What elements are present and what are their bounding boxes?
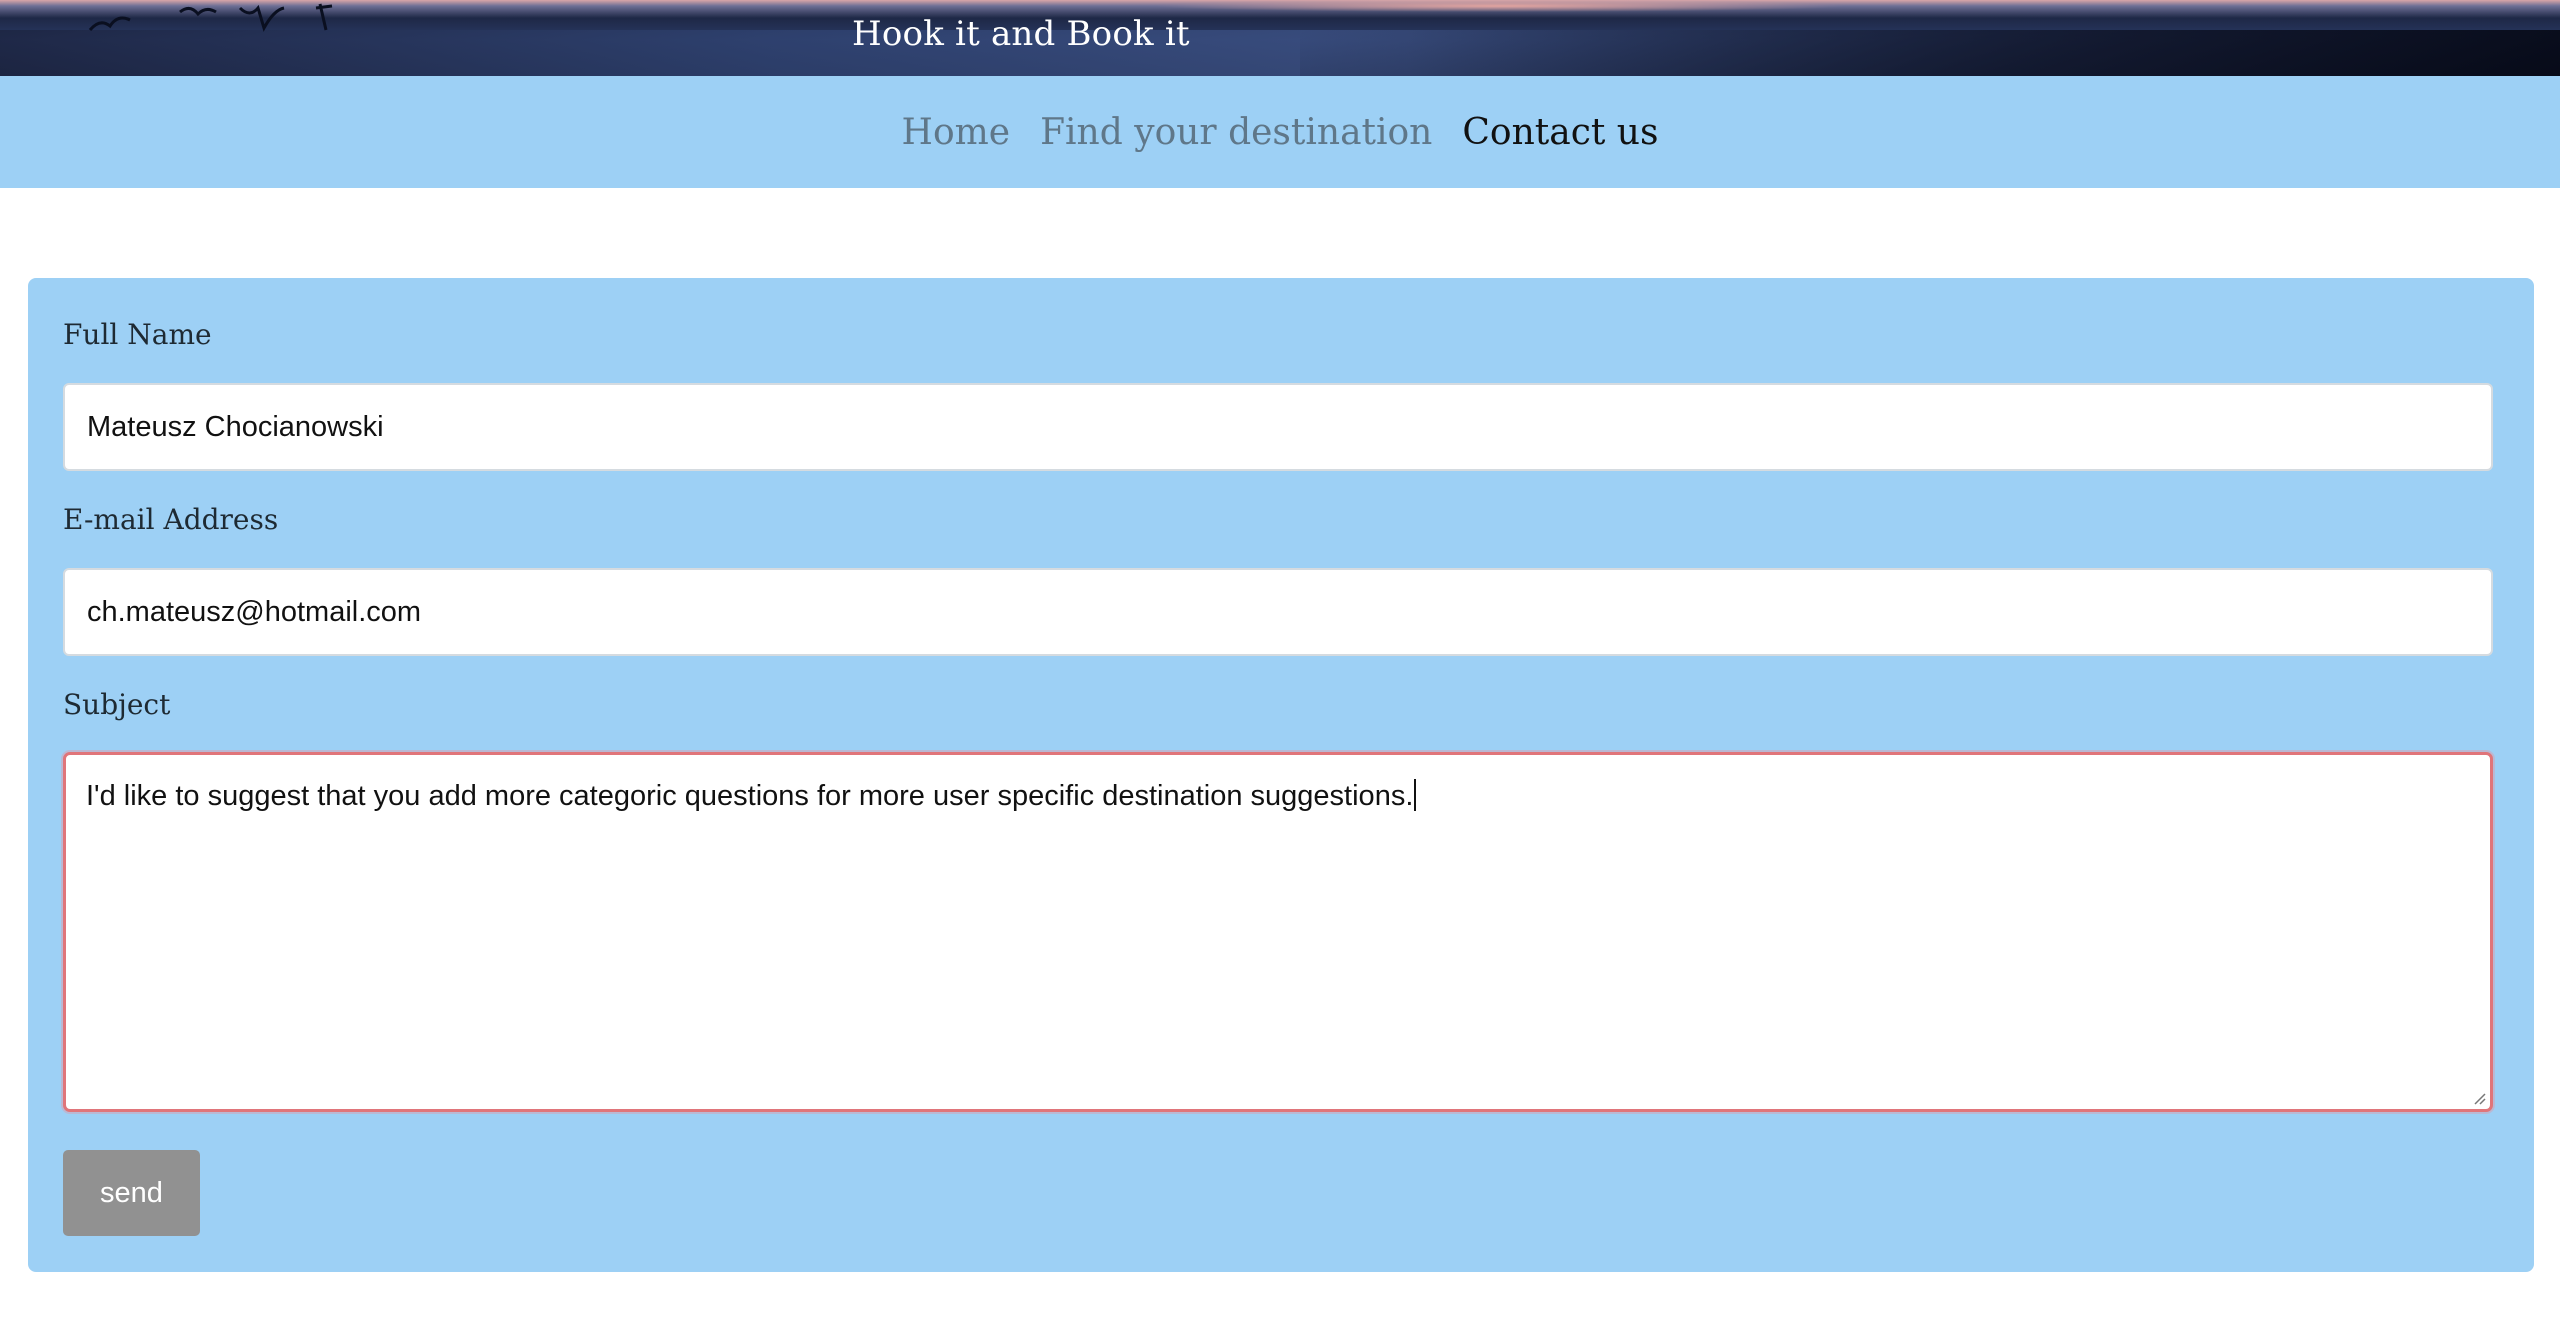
site-title: Hook it and Book it (852, 14, 1190, 54)
header-banner: Hook it and Book it (0, 0, 2560, 76)
text-caret (1414, 779, 1417, 811)
contact-form-panel: Full Name Mateusz Chocianowski E-mail Ad… (28, 278, 2534, 1272)
birds-silhouette-icon (88, 3, 333, 32)
sunset-glow (1150, 0, 1850, 12)
full-name-field[interactable]: Mateusz Chocianowski (63, 383, 2493, 471)
subject-text: I'd like to suggest that you add more ca… (86, 780, 1414, 812)
email-label: E-mail Address (63, 503, 279, 536)
resize-grip-icon[interactable] (2470, 1089, 2486, 1105)
send-button[interactable]: send (63, 1150, 200, 1236)
email-field[interactable]: ch.mateusz@hotmail.com (63, 568, 2493, 656)
subject-textarea[interactable]: I'd like to suggest that you add more ca… (63, 752, 2493, 1112)
nav-contact-us[interactable]: Contact us (1462, 112, 1658, 153)
full-name-label: Full Name (63, 318, 212, 351)
nav-find-destination[interactable]: Find your destination (1040, 112, 1432, 153)
banner-shore (1300, 30, 2560, 76)
nav-home[interactable]: Home (902, 112, 1011, 153)
subject-label: Subject (63, 688, 171, 721)
main-nav: Home Find your destination Contact us (0, 76, 2560, 188)
